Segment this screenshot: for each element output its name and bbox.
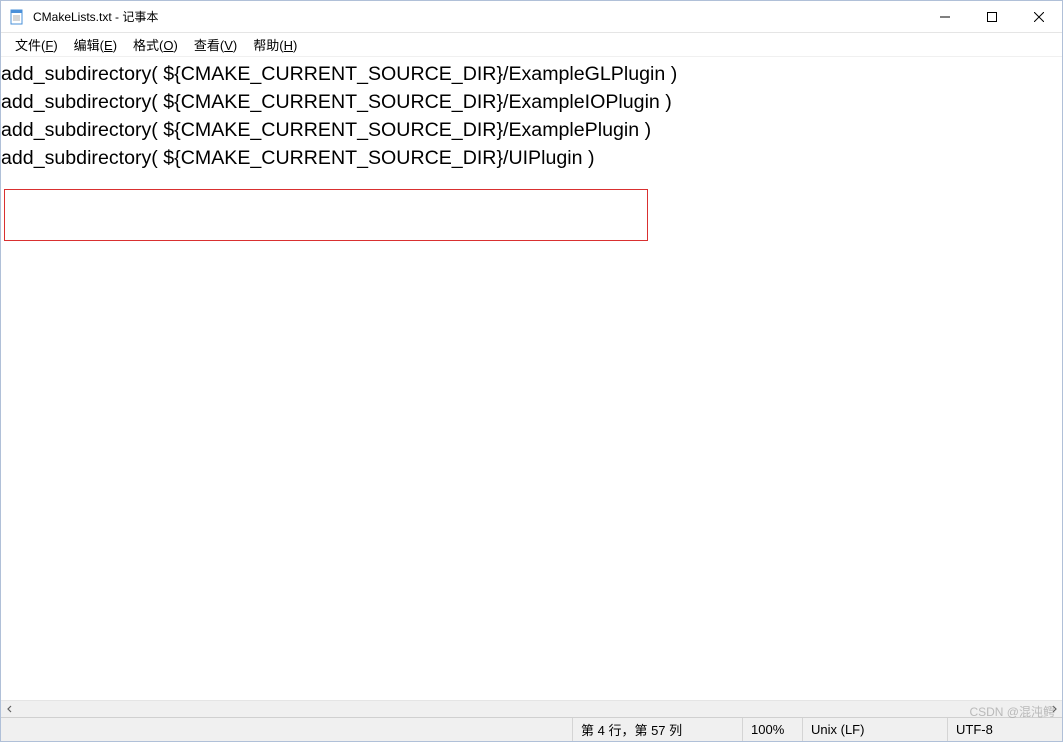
minimize-button[interactable]: [921, 1, 968, 32]
notepad-icon: [9, 9, 25, 25]
menu-view[interactable]: 查看(V): [186, 33, 245, 56]
titlebar-left: CMakeLists.txt - 记事本: [1, 8, 158, 25]
scroll-left-icon[interactable]: [1, 701, 18, 718]
scroll-track[interactable]: [18, 701, 1045, 717]
menubar: 文件(F) 编辑(E) 格式(O) 查看(V) 帮助(H): [1, 33, 1062, 57]
maximize-button[interactable]: [968, 1, 1015, 32]
editor-area[interactable]: add_subdirectory( ${CMAKE_CURRENT_SOURCE…: [1, 57, 1062, 700]
window-controls: [921, 1, 1062, 32]
status-position: 第 4 行，第 57 列: [572, 718, 742, 741]
menu-edit[interactable]: 编辑(E): [66, 33, 125, 56]
status-zoom: 100%: [742, 718, 802, 741]
editor-text[interactable]: add_subdirectory( ${CMAKE_CURRENT_SOURCE…: [1, 60, 677, 172]
close-button[interactable]: [1015, 1, 1062, 32]
menu-file[interactable]: 文件(F): [7, 33, 66, 56]
menu-help[interactable]: 帮助(H): [245, 33, 305, 56]
scroll-right-icon[interactable]: [1045, 701, 1062, 718]
notepad-window: CMakeLists.txt - 记事本 文件(F) 编辑(E) 格式(O) 查…: [0, 0, 1063, 742]
window-title: CMakeLists.txt - 记事本: [33, 8, 158, 25]
horizontal-scrollbar[interactable]: [1, 700, 1062, 717]
statusbar: 第 4 行，第 57 列 100% Unix (LF) UTF-8: [1, 717, 1062, 741]
menu-format[interactable]: 格式(O): [125, 33, 186, 56]
status-eol: Unix (LF): [802, 718, 947, 741]
titlebar[interactable]: CMakeLists.txt - 记事本: [1, 1, 1062, 33]
status-encoding: UTF-8: [947, 718, 1062, 741]
annotation-box: [4, 189, 648, 241]
